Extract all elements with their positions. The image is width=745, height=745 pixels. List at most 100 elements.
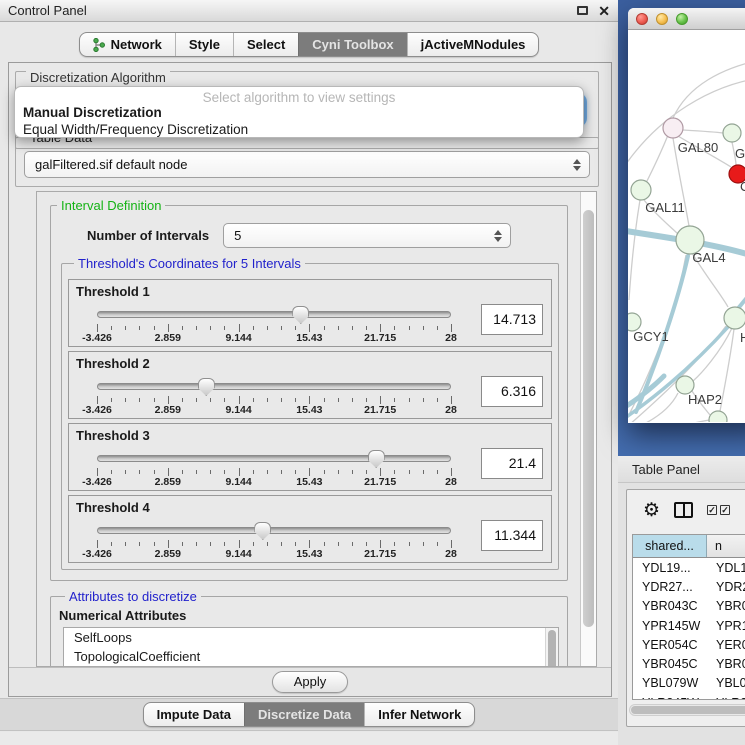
network-edge[interactable]	[646, 135, 668, 183]
threshold-value-field[interactable]: 21.4	[481, 448, 543, 479]
tick-label: 9.144	[225, 476, 251, 488]
network-edge[interactable]	[720, 329, 734, 411]
tab-impute-data[interactable]: Impute Data	[144, 703, 244, 726]
attribute-list-item[interactable]: TopologicalCoefficient	[64, 647, 558, 666]
table-rows: YDL19...YDL1YDR27...YDR2YBR043CYBR0YPR14…	[633, 558, 745, 700]
threshold-slider[interactable]: -3.4262.8599.14415.4321.71528	[97, 304, 451, 344]
number-of-intervals-value: 5	[224, 228, 490, 243]
column-header-name[interactable]: n	[707, 535, 745, 557]
table-data-select[interactable]: galFiltered.sif default node	[24, 151, 590, 178]
tick-label: 28	[445, 332, 457, 344]
tick-label: 28	[445, 476, 457, 488]
threshold-value-field[interactable]: 11.344	[481, 520, 543, 551]
network-node[interactable]	[663, 118, 683, 138]
slider-tick-labels: -3.4262.8599.14415.4321.71528	[97, 476, 451, 488]
slider-tick-labels: -3.4262.8599.14415.4321.71528	[97, 404, 451, 416]
algorithm-dropdown-popup: Select algorithm to view settings Manual…	[14, 86, 584, 138]
table-cell: YDL1	[707, 561, 745, 575]
tick-label: 9.144	[225, 404, 251, 416]
slider-thumb[interactable]	[254, 522, 271, 540]
table-cell: YDR2	[707, 580, 745, 594]
slider-track[interactable]	[97, 455, 451, 462]
numerical-attributes-list[interactable]: SelfLoopsTopologicalCoefficientBetweenne…	[63, 627, 559, 666]
bottom-strip	[0, 732, 618, 745]
table-row[interactable]: YBR043CYBR0	[633, 597, 745, 616]
attributes-group: Attributes to discretize Numerical Attri…	[50, 589, 568, 666]
tab-network[interactable]: Network	[80, 33, 175, 56]
slider-track[interactable]	[97, 311, 451, 318]
network-canvas[interactable]: GAL80GACGAL11GAL4GCY1HHAP2	[628, 30, 745, 422]
slider-ticks	[97, 540, 451, 548]
table-row[interactable]: YBR045CYBR0	[633, 654, 745, 673]
node-attribute-table[interactable]: shared... n YDL19...YDL1YDR27...YDR2YBR0…	[632, 534, 745, 700]
table-row[interactable]: YLR345WYLR3	[633, 693, 745, 700]
column-header-shared-name[interactable]: shared...	[633, 535, 707, 557]
network-node[interactable]	[724, 307, 745, 329]
window-minimize-button[interactable]	[656, 13, 668, 25]
window-zoom-button[interactable]	[676, 13, 688, 25]
horizontal-scrollbar[interactable]	[629, 704, 745, 716]
threshold-value-field[interactable]: 6.316	[481, 376, 543, 407]
float-window-icon[interactable]	[577, 6, 588, 15]
combo-stepper-icon	[490, 230, 506, 242]
network-edge[interactable]	[628, 420, 709, 422]
tab-select[interactable]: Select	[233, 33, 298, 56]
tab-jactivemnodules[interactable]: jActiveMNodules	[407, 33, 539, 56]
network-edge[interactable]	[629, 200, 640, 300]
slider-track[interactable]	[97, 527, 451, 534]
network-edge[interactable]	[673, 60, 745, 118]
number-of-intervals-select[interactable]: 5	[223, 223, 511, 248]
threshold-slider[interactable]: -3.4262.8599.14415.4321.71528	[97, 448, 451, 488]
checkbox-icon[interactable]: ✓	[720, 505, 730, 515]
threshold-slider[interactable]: -3.4262.8599.14415.4321.71528	[97, 520, 451, 560]
network-edge[interactable]	[628, 78, 745, 170]
network-node[interactable]	[631, 180, 651, 200]
table-cell: YER0	[707, 638, 745, 652]
tab-infer-network[interactable]: Infer Network	[364, 703, 474, 726]
table-cell: YBR045C	[633, 657, 707, 671]
network-icon	[93, 38, 105, 52]
vertical-scrollbar[interactable]	[580, 192, 596, 666]
network-window-titlebar[interactable]	[628, 8, 745, 30]
table-row[interactable]: YBL079WYBL0	[633, 674, 745, 693]
tick-label: 15.43	[296, 332, 322, 344]
network-node[interactable]	[709, 411, 727, 422]
tab-discretize-data[interactable]: Discretize Data	[244, 703, 364, 726]
table-row[interactable]: YDL19...YDL1	[633, 558, 745, 577]
slider-thumb[interactable]	[368, 450, 385, 468]
threshold-value-field[interactable]: 14.713	[481, 304, 543, 335]
dropdown-option-manual[interactable]: Manual Discretization	[15, 105, 583, 122]
network-node-label: HAP2	[688, 392, 722, 407]
threshold-slider[interactable]: -3.4262.8599.14415.4321.71528	[97, 376, 451, 416]
tick-label: -3.426	[82, 332, 112, 344]
threshold-label: Threshold 4	[76, 500, 150, 515]
window-close-button[interactable]	[636, 13, 648, 25]
table-row[interactable]: YPR145WYPR1	[633, 616, 745, 635]
slider-thumb[interactable]	[198, 378, 215, 396]
table-row[interactable]: YDR27...YDR2	[633, 577, 745, 596]
network-node[interactable]	[723, 124, 741, 142]
dropdown-option-equal-width[interactable]: Equal Width/Frequency Discretization	[15, 122, 583, 138]
checkbox-icon[interactable]: ✓	[707, 505, 717, 515]
table-panel-titlebar[interactable]: Table Panel	[618, 456, 745, 483]
apply-button[interactable]: Apply	[272, 671, 348, 693]
gear-icon[interactable]: ⚙	[643, 501, 660, 520]
tab-style[interactable]: Style	[175, 33, 233, 56]
network-edge[interactable]	[693, 328, 732, 381]
list-scrollbar[interactable]	[545, 628, 558, 666]
tick-label: 21.715	[364, 476, 396, 488]
threshold-label: Threshold 1	[76, 284, 150, 299]
columns-icon[interactable]	[674, 502, 693, 518]
control-panel-titlebar[interactable]: Control Panel ✕	[0, 0, 618, 22]
tab-cyni-toolbox[interactable]: Cyni Toolbox	[298, 33, 406, 56]
attribute-list-item[interactable]: SelfLoops	[64, 628, 558, 647]
slider-track[interactable]	[97, 383, 451, 390]
threshold-panel-1: Threshold 1 -3.4262.8599.14415.4321.7152…	[68, 279, 552, 347]
table-row[interactable]: YER054CYER0	[633, 635, 745, 654]
group-legend: Threshold's Coordinates for 5 Intervals	[74, 256, 305, 271]
network-edge[interactable]	[683, 130, 723, 133]
close-icon[interactable]: ✕	[598, 4, 610, 18]
threshold-panel-4: Threshold 4 -3.4262.8599.14415.4321.7152…	[68, 495, 552, 563]
slider-thumb[interactable]	[292, 306, 309, 324]
network-view-window[interactable]: GAL80GACGAL11GAL4GCY1HHAP2	[628, 8, 745, 423]
